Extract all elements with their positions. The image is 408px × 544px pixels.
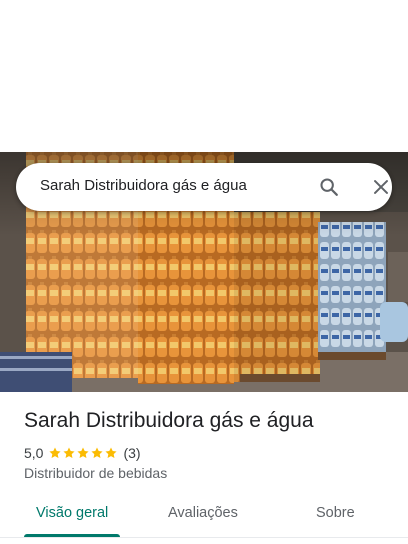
rating-row[interactable]: 5,0 (3) — [24, 444, 141, 462]
close-icon[interactable] — [370, 176, 392, 198]
tabs-divider — [0, 537, 408, 538]
star-icon — [105, 447, 118, 459]
star-icon — [77, 447, 90, 459]
tab-about[interactable]: Sobre — [316, 505, 355, 521]
star-icon — [63, 447, 76, 459]
place-panel: Sarah Distribuidora gás e água Sarah Dis… — [0, 0, 408, 544]
tab-overview[interactable]: Visão geral — [36, 505, 108, 521]
search-bar[interactable]: Sarah Distribuidora gás e água — [16, 163, 392, 211]
map-blank-area — [0, 0, 408, 152]
star-icon — [49, 447, 62, 459]
place-title: Sarah Distribuidora gás e água — [24, 409, 314, 432]
search-input[interactable]: Sarah Distribuidora gás e água — [40, 177, 247, 194]
tab-reviews[interactable]: Avaliações — [168, 505, 238, 521]
place-category[interactable]: Distribuidor de bebidas — [24, 465, 167, 481]
place-tabs: Visão geral Avaliações Sobre — [0, 493, 408, 544]
rating-value: 5,0 — [24, 445, 44, 461]
rating-stars — [48, 446, 118, 460]
search-icon[interactable] — [318, 176, 340, 198]
star-icon — [91, 447, 104, 459]
review-count[interactable]: (3) — [123, 445, 140, 461]
